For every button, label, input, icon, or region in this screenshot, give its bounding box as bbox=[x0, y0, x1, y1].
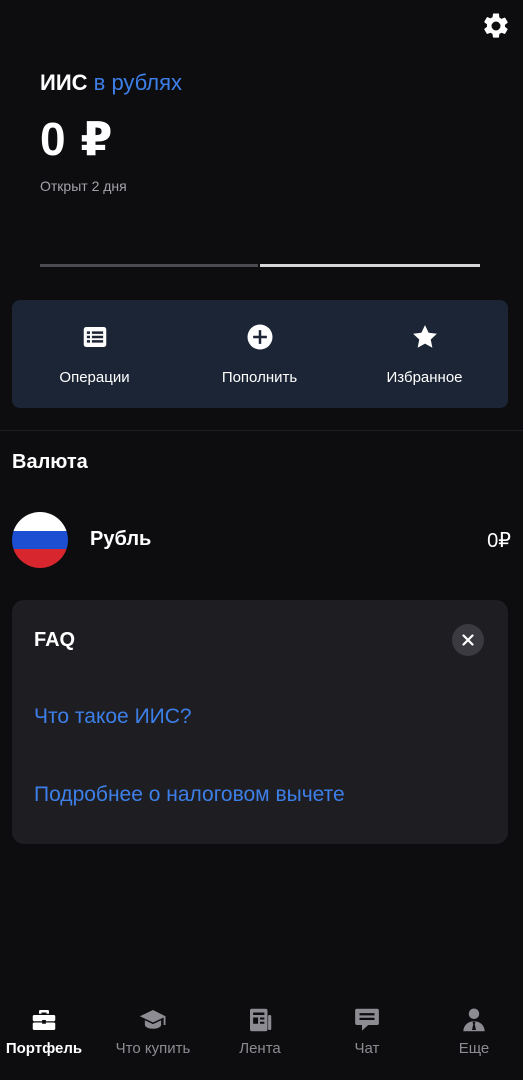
tab-what-to-buy[interactable]: Что купить bbox=[101, 995, 205, 1080]
account-title[interactable]: ИИС в рублях bbox=[40, 70, 182, 96]
star-icon bbox=[410, 322, 440, 352]
list-icon bbox=[80, 322, 110, 352]
page-indicator-segment-active bbox=[260, 264, 480, 267]
account-currency-link[interactable]: в рублях bbox=[94, 70, 182, 95]
tab-portfolio-label: Портфель bbox=[5, 1040, 83, 1057]
favorites-label: Избранное bbox=[386, 369, 463, 386]
operations-label: Операции bbox=[59, 369, 130, 386]
chat-icon bbox=[351, 1005, 383, 1035]
faq-link-what-is-iis[interactable]: Что такое ИИС? bbox=[34, 705, 192, 729]
bottom-navigation: Портфель Что купить Лента Чат Еще bbox=[0, 995, 523, 1080]
tab-portfolio[interactable]: Портфель bbox=[0, 995, 96, 1080]
currency-name[interactable]: Рубль bbox=[90, 528, 151, 551]
top-up-button[interactable]: Пополнить bbox=[177, 300, 342, 408]
account-opened-text: Открыт 2 дня bbox=[40, 178, 127, 194]
quick-actions: Операции Пополнить Избранное bbox=[12, 300, 508, 408]
tab-chat-label: Чат bbox=[354, 1040, 380, 1057]
favorites-button[interactable]: Избранное bbox=[342, 300, 507, 408]
news-icon bbox=[244, 1005, 276, 1035]
faq-close-button[interactable] bbox=[452, 624, 484, 656]
portfolio-amount: 0 ₽ bbox=[40, 113, 114, 165]
profile-icon bbox=[458, 1005, 490, 1035]
page-indicator-segment bbox=[40, 264, 258, 267]
currency-value: 0₽ bbox=[487, 530, 511, 552]
tab-chat[interactable]: Чат bbox=[315, 995, 419, 1080]
top-up-label: Пополнить bbox=[221, 369, 298, 386]
briefcase-icon bbox=[28, 1005, 60, 1035]
tab-more-label: Еще bbox=[458, 1040, 490, 1057]
faq-link-tax-deduction[interactable]: Подробнее о налоговом вычете bbox=[34, 783, 345, 807]
page-indicator bbox=[40, 264, 480, 267]
divider bbox=[0, 430, 523, 431]
faq-title: FAQ bbox=[34, 629, 76, 651]
russia-flag-icon bbox=[12, 512, 68, 568]
plus-circle-icon bbox=[245, 322, 275, 352]
tab-feed[interactable]: Лента bbox=[208, 995, 312, 1080]
settings-button[interactable] bbox=[481, 11, 511, 41]
gear-icon bbox=[484, 13, 508, 38]
faq-card: FAQ Что такое ИИС? Подробнее о налоговом… bbox=[12, 600, 508, 844]
tab-more[interactable]: Еще bbox=[422, 995, 523, 1080]
currency-section-title: Валюта bbox=[12, 451, 88, 473]
close-icon bbox=[462, 634, 474, 646]
tab-what-to-buy-label: Что купить bbox=[115, 1040, 191, 1057]
tab-feed-label: Лента bbox=[239, 1040, 281, 1057]
graduation-cap-icon bbox=[137, 1005, 169, 1035]
operations-button[interactable]: Операции bbox=[12, 300, 177, 408]
account-name: ИИС bbox=[40, 70, 88, 95]
